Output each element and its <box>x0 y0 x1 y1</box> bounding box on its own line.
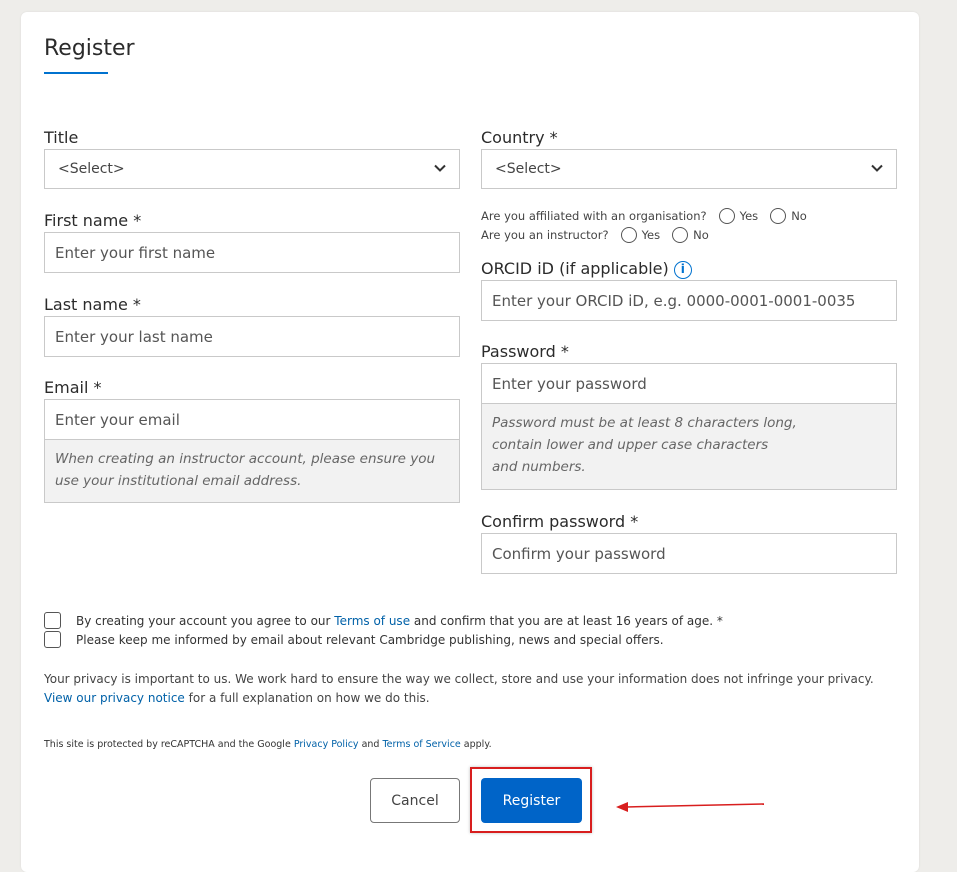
confirm-password-placeholder: Confirm your password <box>492 544 666 563</box>
confirm-password-label: Confirm password * <box>481 512 639 531</box>
privacy-text: Your privacy is important to us. We work… <box>44 672 874 686</box>
instructor-no-label: No <box>693 228 709 242</box>
privacy-notice-link[interactable]: View our privacy notice <box>44 691 185 705</box>
title-select-value: <Select> <box>58 161 125 177</box>
google-terms-link[interactable]: Terms of Service <box>382 739 460 750</box>
title-select[interactable]: <Select> <box>44 149 460 189</box>
last-name-placeholder: Enter your last name <box>55 327 213 346</box>
email-label: Email * <box>44 378 102 397</box>
google-privacy-link[interactable]: Privacy Policy <box>294 739 359 750</box>
email-hint: When creating an instructor account, ple… <box>44 440 460 503</box>
terms-consent-text: By creating your account you agree to ou… <box>76 614 723 628</box>
instructor-no-radio[interactable] <box>672 227 689 243</box>
chevron-down-icon <box>871 164 883 172</box>
newsletter-checkbox[interactable] <box>44 631 61 648</box>
orcid-label: ORCID iD (if applicable) <box>481 259 669 278</box>
instructor-question: Are you an instructor? <box>481 228 609 242</box>
password-hint-line: Password must be at least 8 characters l… <box>492 415 797 431</box>
terms-suffix: and confirm that you are at least 16 yea… <box>410 613 723 628</box>
affiliated-no-radio[interactable] <box>770 208 787 224</box>
email-input[interactable]: Enter your email <box>44 399 460 440</box>
recaptcha-and: and <box>358 739 383 750</box>
recaptcha-prefix: This site is protected by reCAPTCHA and … <box>44 739 294 750</box>
orcid-label-row: ORCID iD (if applicable) i <box>481 259 692 279</box>
password-label: Password * <box>481 342 569 361</box>
password-hint: Password must be at least 8 characters l… <box>481 404 897 490</box>
password-input[interactable]: Enter your password <box>481 363 897 404</box>
affiliated-yes-radio[interactable] <box>718 208 735 224</box>
first-name-label: First name * <box>44 211 142 230</box>
title-underline <box>44 72 108 74</box>
confirm-password-input[interactable]: Confirm your password <box>481 533 897 574</box>
red-arrow-icon <box>616 802 765 812</box>
affiliated-yes-label: Yes <box>739 209 759 223</box>
country-select[interactable]: <Select> <box>481 149 897 189</box>
last-name-input[interactable]: Enter your last name <box>44 316 460 357</box>
recaptcha-suffix: apply. <box>460 739 492 750</box>
terms-prefix: By creating your account you agree to ou… <box>76 613 335 628</box>
newsletter-consent-row: Please keep me informed by email about r… <box>44 631 664 648</box>
password-hint-line: contain lower and upper case characters <box>492 437 769 453</box>
instructor-question-row: Are you an instructor? Yes No <box>481 227 709 243</box>
info-icon[interactable]: i <box>673 260 692 279</box>
orcid-input[interactable]: Enter your ORCID iD, e.g. 0000-0001-0001… <box>481 280 897 321</box>
privacy-suffix: for a full explanation on how we do this… <box>184 691 430 705</box>
page-title: Register <box>44 36 135 61</box>
affiliated-no-label: No <box>791 209 807 223</box>
highlight-box <box>470 767 592 833</box>
title-label: Title <box>44 128 79 147</box>
first-name-input[interactable]: Enter your first name <box>44 232 460 273</box>
orcid-placeholder: Enter your ORCID iD, e.g. 0000-0001-0001… <box>492 291 856 310</box>
country-label: Country * <box>481 128 558 147</box>
affiliated-question: Are you affiliated with an organisation? <box>481 209 707 223</box>
newsletter-text: Please keep me informed by email about r… <box>76 632 664 647</box>
terms-of-use-link[interactable]: Terms of use <box>334 614 410 628</box>
chevron-down-icon <box>434 164 446 172</box>
country-select-value: <Select> <box>495 161 562 177</box>
first-name-placeholder: Enter your first name <box>55 243 216 262</box>
email-placeholder: Enter your email <box>55 410 180 429</box>
terms-checkbox[interactable] <box>44 612 61 629</box>
recaptcha-notice: This site is protected by reCAPTCHA and … <box>44 739 492 750</box>
privacy-notice: Your privacy is important to us. We work… <box>44 670 889 708</box>
terms-consent-row: By creating your account you agree to ou… <box>44 612 723 629</box>
cancel-button[interactable]: Cancel <box>370 778 460 823</box>
password-hint-line: and numbers. <box>492 459 586 475</box>
password-placeholder: Enter your password <box>492 374 647 393</box>
instructor-yes-radio[interactable] <box>620 227 637 243</box>
affiliated-question-row: Are you affiliated with an organisation?… <box>481 208 807 224</box>
last-name-label: Last name * <box>44 295 141 314</box>
instructor-yes-label: Yes <box>641 228 661 242</box>
